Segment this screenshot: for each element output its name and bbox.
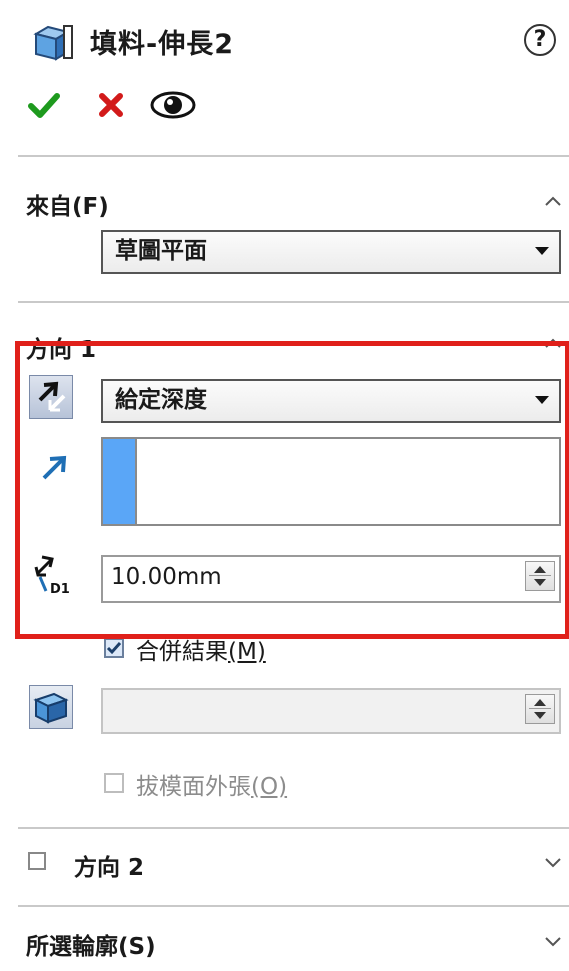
checkmark-icon [106,642,122,655]
cancel-x-icon[interactable] [96,90,126,120]
ok-checkmark-icon[interactable] [27,88,61,122]
dropdown-arrow-icon [535,247,549,255]
spin-up-icon[interactable] [534,699,546,706]
depth-input[interactable]: 10.00mm [101,555,561,603]
draft-outward-checkbox[interactable] [104,773,124,793]
spin-up-icon[interactable] [534,566,546,573]
feature-title: 填料-伸長2 [90,29,234,60]
draft-spinner[interactable] [525,694,555,724]
svg-text:D1: D1 [50,582,70,597]
draft-icon [33,692,69,724]
extrude-feature-icon [33,25,73,61]
draft-toggle-button[interactable] [29,685,73,729]
section-divider [18,301,569,303]
selected-contours-section-title[interactable]: 所選輪廓(S) [26,927,156,961]
direction2-section-title[interactable]: 方向 2 [74,848,144,882]
spin-down-icon[interactable] [534,579,546,586]
reverse-direction-button[interactable] [29,375,73,419]
collapse-chevron-up-icon[interactable] [545,196,561,206]
spin-down-icon[interactable] [534,712,546,719]
depth-dimension-icon: D1 [34,555,70,597]
reverse-direction-icon [38,381,66,412]
start-condition-value: 草圖平面 [115,238,207,264]
start-condition-dropdown[interactable]: 草圖平面 [101,230,561,274]
draft-outward-label[interactable]: 拔模面外張(O) [136,767,287,801]
expand-chevron-down-icon[interactable] [545,858,561,868]
direction2-checkbox[interactable] [28,852,46,870]
direction-reference-selection-box[interactable] [101,437,561,526]
section-divider [18,155,569,157]
help-icon[interactable]: ? [524,24,556,56]
depth-value: 10.00mm [111,564,222,590]
from-section-title[interactable]: 來自(F) [26,187,109,221]
merge-result-label[interactable]: 合併結果(M) [136,632,266,666]
section-divider [18,905,569,907]
selection-active-indicator [103,439,137,524]
end-condition-value: 給定深度 [115,387,207,413]
direction-vector-icon [42,455,67,480]
merge-result-checkbox[interactable] [104,638,124,658]
end-condition-dropdown[interactable]: 給定深度 [101,379,561,423]
direction1-section-title[interactable]: 方向 1 [26,330,96,364]
dropdown-arrow-icon [535,396,549,404]
collapse-chevron-up-icon[interactable] [545,338,561,348]
section-divider [18,827,569,829]
draft-angle-input[interactable] [101,688,561,734]
preview-eye-icon[interactable] [149,88,197,122]
expand-chevron-down-icon[interactable] [545,937,561,947]
depth-spinner[interactable] [525,561,555,591]
